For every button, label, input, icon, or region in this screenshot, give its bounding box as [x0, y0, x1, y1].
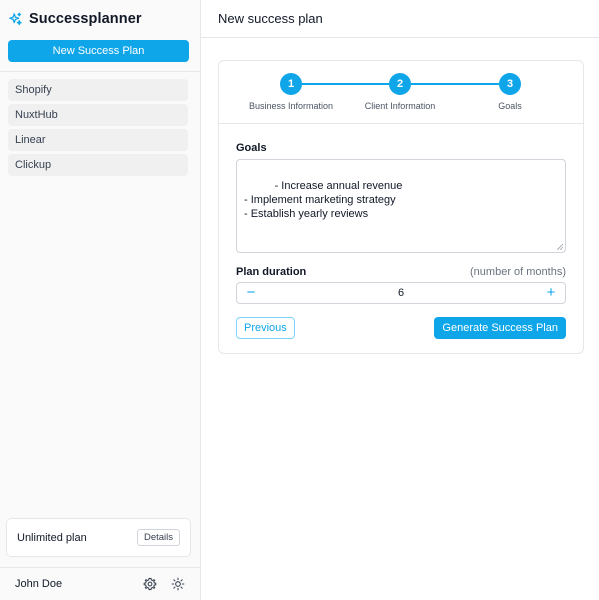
page-header: New success plan	[201, 0, 599, 38]
resize-handle-icon[interactable]	[557, 244, 563, 250]
sidebar-item-linear[interactable]: Linear	[8, 129, 188, 151]
step-connector	[302, 83, 390, 85]
duration-label-row: Plan duration (number of months)	[236, 266, 566, 278]
sidebar-item-label: Shopify	[15, 84, 52, 96]
brand-title: Successplanner	[29, 11, 142, 27]
plan-duration-label: Plan duration	[236, 266, 307, 278]
sparkles-icon	[8, 12, 23, 27]
page-title: New success plan	[218, 11, 323, 26]
plan-duration-hint: (number of months)	[470, 266, 566, 278]
plan-duration-stepper: − 6 +	[236, 282, 566, 304]
details-button[interactable]: Details	[136, 529, 180, 546]
step-number: 1	[287, 78, 295, 90]
sidebar: Successplanner New Success Plan Shopify …	[0, 0, 201, 600]
step-number: 2	[396, 78, 404, 90]
goals-form: Goals - Increase annual revenue - Implem…	[219, 124, 583, 339]
main-content: New success plan 1 2 3 Business Informat…	[201, 0, 599, 600]
brand[interactable]: Successplanner	[0, 0, 200, 38]
sidebar-item-shopify[interactable]: Shopify	[8, 79, 188, 101]
generate-success-plan-button[interactable]: Generate Success Plan	[434, 317, 566, 339]
step-1-circle[interactable]: 1	[280, 73, 302, 95]
app: Successplanner New Success Plan Shopify …	[0, 0, 599, 600]
step-3-label: Goals	[498, 101, 522, 111]
previous-button[interactable]: Previous	[236, 317, 295, 339]
sidebar-item-label: Clickup	[15, 159, 52, 171]
plan-label: Unlimited plan	[17, 531, 87, 544]
plan-duration-value[interactable]: 6	[398, 287, 404, 299]
user-row: John Doe	[0, 568, 200, 600]
new-success-plan-button[interactable]: New Success Plan	[8, 40, 189, 62]
sun-icon[interactable]	[170, 576, 186, 592]
gear-icon[interactable]	[142, 576, 158, 592]
goals-textarea[interactable]: - Increase annual revenue - Implement ma…	[236, 159, 566, 253]
sidebar-item-label: Linear	[15, 134, 46, 146]
success-plan-form-card: 1 2 3 Business Information Client Inform…	[218, 60, 584, 354]
form-actions: Previous Generate Success Plan	[236, 317, 566, 339]
step-2-label: Client Information	[364, 101, 436, 111]
increment-button[interactable]: +	[544, 285, 558, 300]
step-3-circle[interactable]: 3	[499, 73, 521, 95]
goals-label: Goals	[236, 142, 267, 154]
plan-card: Unlimited plan Details	[6, 518, 191, 557]
step-1-label: Business Information	[248, 101, 334, 111]
user-name[interactable]: John Doe	[15, 578, 130, 590]
sidebar-item-label: NuxtHub	[15, 109, 58, 121]
step-2-circle[interactable]: 2	[389, 73, 411, 95]
step-connector	[411, 83, 499, 85]
step-number: 3	[506, 78, 514, 90]
stepper: 1 2 3 Business Information Client Inform…	[219, 61, 583, 124]
sidebar-item-clickup[interactable]: Clickup	[8, 154, 188, 176]
goals-text: - Increase annual revenue - Implement ma…	[244, 180, 403, 220]
sidebar-nav: Shopify NuxtHub Linear Clickup	[0, 72, 200, 176]
sidebar-item-nuxthub[interactable]: NuxtHub	[8, 104, 188, 126]
decrement-button[interactable]: −	[244, 285, 258, 300]
